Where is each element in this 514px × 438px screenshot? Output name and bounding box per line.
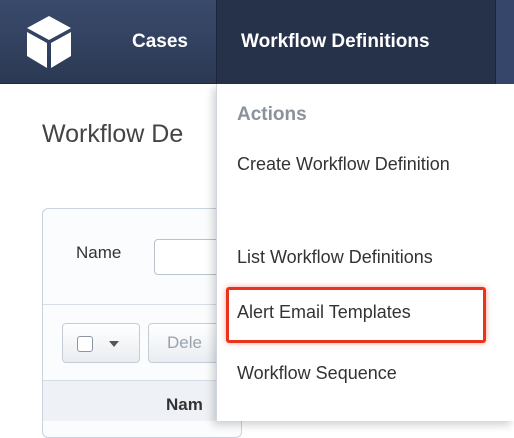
select-all-checkbox[interactable] <box>77 336 93 352</box>
menu-item-create-workflow-definition[interactable]: Create Workflow Definition <box>237 150 467 179</box>
page-title: Workflow De <box>42 120 184 148</box>
mass-select-button[interactable] <box>62 323 140 363</box>
menu-item-alert-email-templates[interactable]: Alert Email Templates <box>237 298 411 327</box>
workflow-actions-dropdown: Actions Create Workflow Definition List … <box>216 84 514 421</box>
cube-icon[interactable] <box>24 14 74 70</box>
menu-item-workflow-sequence[interactable]: Workflow Sequence <box>237 359 397 388</box>
chevron-down-icon <box>109 341 119 347</box>
panel-divider <box>43 304 223 305</box>
nav-tab-workflow-definitions[interactable]: Workflow Definitions <box>216 0 496 84</box>
name-filter-label: Name <box>76 243 122 262</box>
nav-tab-cases[interactable]: Cases <box>106 0 214 84</box>
dropdown-heading: Actions <box>237 104 307 125</box>
menu-item-list-workflow-definitions[interactable]: List Workflow Definitions <box>237 243 433 272</box>
top-navbar: Cases Workflow Definitions <box>0 0 514 84</box>
nav-right-edge <box>496 0 514 84</box>
column-header-name[interactable]: Nam <box>166 395 203 415</box>
